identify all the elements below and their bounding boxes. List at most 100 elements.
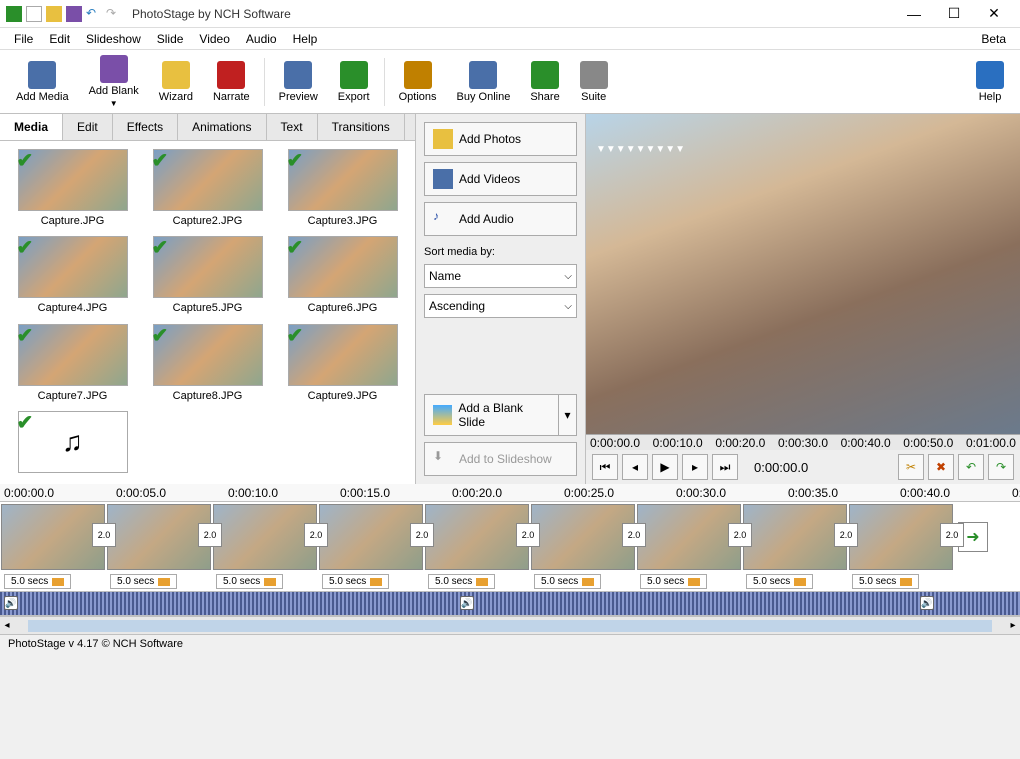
toolbar-export[interactable]: Export: [328, 57, 380, 107]
transition-marker[interactable]: 2.0: [622, 523, 646, 547]
tab-text[interactable]: Text: [267, 114, 318, 140]
minimize-button[interactable]: —: [894, 0, 934, 28]
prev-frame-button[interactable]: ◂: [622, 454, 648, 480]
undo-icon[interactable]: ↶: [86, 6, 102, 22]
media-thumb[interactable]: ✔Capture6.JPG: [278, 236, 407, 317]
menu-slideshow[interactable]: Slideshow: [78, 32, 149, 46]
timeline-clip[interactable]: 2.05.0 secs: [1, 504, 105, 570]
timeline-clip[interactable]: 2.05.0 secs: [849, 504, 953, 570]
toolbar-add-blank[interactable]: Add Blank▼: [79, 51, 149, 112]
goto-start-button[interactable]: ⏮: [592, 454, 618, 480]
media-grid: ✔Capture.JPG✔Capture2.JPG✔Capture3.JPG✔C…: [0, 141, 415, 484]
check-icon: ✔: [152, 148, 169, 173]
transition-marker[interactable]: 2.0: [940, 523, 964, 547]
toolbar-buy-online[interactable]: Buy Online: [447, 57, 521, 107]
cut-button[interactable]: ✂: [898, 454, 924, 480]
transition-marker[interactable]: 2.0: [410, 523, 434, 547]
toolbar-add-media[interactable]: Add Media: [6, 57, 79, 107]
transition-marker[interactable]: 2.0: [516, 523, 540, 547]
tab-transitions[interactable]: Transitions: [318, 114, 405, 140]
thumb-name: Capture3.JPG: [308, 215, 378, 227]
transition-marker[interactable]: 2.0: [728, 523, 752, 547]
menu-file[interactable]: File: [6, 32, 41, 46]
timeline-scrollbar[interactable]: ◂ ▸: [0, 616, 1020, 634]
speaker-icon[interactable]: 🔊: [460, 596, 474, 610]
media-thumb-audio[interactable]: ✔♫: [8, 411, 137, 476]
menu-help[interactable]: Help: [285, 32, 326, 46]
tab-animations[interactable]: Animations: [178, 114, 266, 140]
cart-icon: [469, 61, 497, 89]
tab-media[interactable]: Media: [0, 114, 63, 140]
redo-clip-button[interactable]: ↷: [988, 454, 1014, 480]
delete-button[interactable]: ✖: [928, 454, 954, 480]
scrollbar-thumb[interactable]: [28, 620, 992, 632]
media-thumb[interactable]: ✔Capture2.JPG: [143, 149, 272, 230]
menu-slide[interactable]: Slide: [149, 32, 192, 46]
timeline-clip[interactable]: 2.05.0 secs: [213, 504, 317, 570]
media-thumb[interactable]: ✔Capture4.JPG: [8, 236, 137, 317]
tab-edit[interactable]: Edit: [63, 114, 113, 140]
preview-viewport: ▼▼▼▼▼▼▼▼▼: [586, 114, 1020, 434]
media-thumb[interactable]: ✔Capture.JPG: [8, 149, 137, 230]
add-blank-dropdown[interactable]: ▾: [559, 394, 577, 436]
toolbar-preview[interactable]: Preview: [269, 57, 328, 107]
thumb-image: ✔♫: [18, 411, 128, 473]
add-videos-button[interactable]: Add Videos: [424, 162, 577, 196]
video-track[interactable]: 2.05.0 secs 2.05.0 secs 2.05.0 secs 2.05…: [0, 502, 1020, 592]
transition-marker[interactable]: 2.0: [92, 523, 116, 547]
save-icon[interactable]: [66, 6, 82, 22]
toolbar-options[interactable]: Options: [389, 57, 447, 107]
open-icon[interactable]: [46, 6, 62, 22]
menu-audio[interactable]: Audio: [238, 32, 285, 46]
menu-edit[interactable]: Edit: [41, 32, 78, 46]
new-icon[interactable]: [26, 6, 42, 22]
speaker-icon[interactable]: 🔊: [4, 596, 18, 610]
sort-order-select[interactable]: Ascending: [424, 294, 577, 318]
timeline-clip[interactable]: 2.05.0 secs: [637, 504, 741, 570]
audio-track[interactable]: 🔊 🔊 🔊: [0, 592, 1020, 616]
toolbar-help[interactable]: Help: [966, 57, 1014, 107]
timeline-clip[interactable]: 2.05.0 secs: [107, 504, 211, 570]
play-button[interactable]: ▶: [652, 454, 678, 480]
add-blank-slide-button[interactable]: Add a Blank Slide: [424, 394, 559, 436]
goto-end-button[interactable]: ⏭: [712, 454, 738, 480]
timeline-clip[interactable]: 2.05.0 secs: [319, 504, 423, 570]
preview-timecodes: 0:00:00.00:00:10.00:00:20.00:00:30.00:00…: [586, 434, 1020, 450]
timeline-ruler[interactable]: 0:00:00.00:00:05.00:00:10.00:00:15.00:00…: [0, 484, 1020, 502]
next-frame-button[interactable]: ▸: [682, 454, 708, 480]
toolbar-suite[interactable]: Suite: [570, 57, 618, 107]
add-audio-button[interactable]: ♪Add Audio: [424, 202, 577, 236]
scroll-left-icon[interactable]: ◂: [0, 620, 14, 631]
timeline-clip[interactable]: 2.05.0 secs: [531, 504, 635, 570]
add-to-slideshow-button[interactable]: ⬇Add to Slideshow: [424, 442, 577, 476]
maximize-button[interactable]: ☐: [934, 0, 974, 28]
scroll-right-icon[interactable]: ▸: [1006, 620, 1020, 631]
undo-clip-button[interactable]: ↶: [958, 454, 984, 480]
tab-effects[interactable]: Effects: [113, 114, 178, 140]
transition-marker[interactable]: 2.0: [304, 523, 328, 547]
redo-icon[interactable]: ↷: [106, 6, 122, 22]
add-photos-button[interactable]: Add Photos: [424, 122, 577, 156]
toolbar: Add MediaAdd Blank▼WizardNarratePreviewE…: [0, 50, 1020, 114]
media-thumb[interactable]: ✔Capture7.JPG: [8, 324, 137, 405]
transition-marker[interactable]: 2.0: [198, 523, 222, 547]
close-button[interactable]: ✕: [974, 0, 1014, 28]
speaker-icon[interactable]: 🔊: [920, 596, 934, 610]
timeline-clip[interactable]: 2.05.0 secs: [425, 504, 529, 570]
sort-field-select[interactable]: Name: [424, 264, 577, 288]
preview-icon: [284, 61, 312, 89]
menu-video[interactable]: Video: [191, 32, 237, 46]
toolbar-narrate[interactable]: Narrate: [203, 57, 260, 107]
beta-label: Beta: [973, 32, 1014, 46]
toolbar-share[interactable]: Share: [520, 57, 569, 107]
media-thumb[interactable]: ✔Capture5.JPG: [143, 236, 272, 317]
check-icon: ✔: [152, 235, 169, 260]
media-pane: MediaEditEffectsAnimationsTextTransition…: [0, 114, 416, 484]
media-thumb[interactable]: ✔Capture3.JPG: [278, 149, 407, 230]
media-thumb[interactable]: ✔Capture9.JPG: [278, 324, 407, 405]
transition-marker[interactable]: 2.0: [834, 523, 858, 547]
media-thumb[interactable]: ✔Capture8.JPG: [143, 324, 272, 405]
app-icon: [6, 6, 22, 22]
toolbar-wizard[interactable]: Wizard: [149, 57, 203, 107]
timeline-clip[interactable]: 2.05.0 secs: [743, 504, 847, 570]
